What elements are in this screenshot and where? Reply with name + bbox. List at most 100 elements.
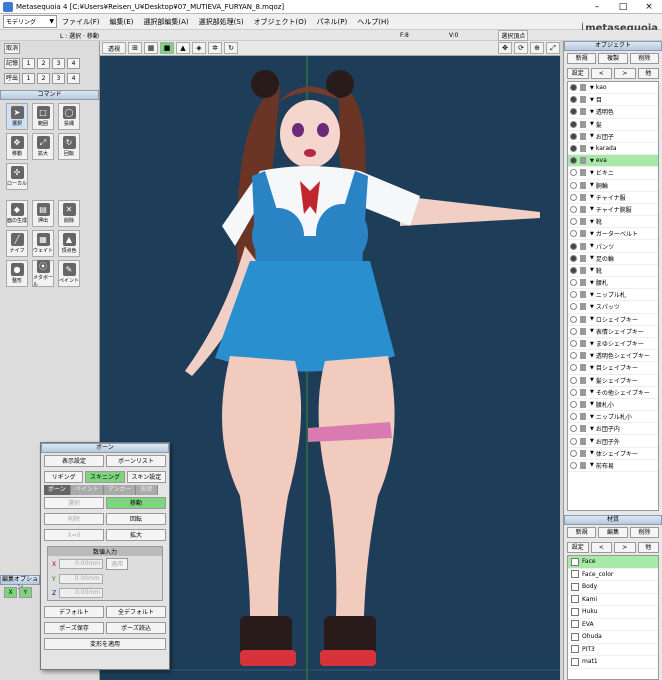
chevron-down-icon[interactable]: ▼: [590, 121, 594, 127]
recall-slot-2[interactable]: 2: [37, 73, 50, 84]
all-default-button[interactable]: 全デフォルト: [106, 606, 166, 618]
object-row[interactable]: ▼ お団子内: [568, 423, 658, 436]
chevron-down-icon[interactable]: ▼: [590, 401, 594, 407]
chevron-down-icon[interactable]: ▼: [590, 158, 594, 164]
chevron-down-icon[interactable]: ▼: [590, 438, 594, 444]
eye-icon[interactable]: [570, 230, 577, 238]
eye-icon[interactable]: [570, 461, 577, 469]
lock-icon[interactable]: [580, 364, 586, 372]
eye-icon[interactable]: [570, 400, 577, 408]
eye-icon[interactable]: [570, 388, 577, 396]
material-other-button[interactable]: 他: [637, 542, 659, 553]
chevron-down-icon[interactable]: ▼: [590, 389, 594, 395]
material-row[interactable]: Huku: [568, 606, 658, 619]
menu-file[interactable]: ファイル(F): [57, 17, 105, 27]
cmd-paint[interactable]: ✎ ペイント: [58, 260, 80, 287]
lock-icon[interactable]: [580, 205, 586, 213]
cmd-extrude[interactable]: ▤ 押出: [32, 200, 54, 227]
eye-icon[interactable]: [570, 352, 577, 360]
bone-scale-button[interactable]: 拡大: [106, 529, 166, 541]
bone-rotate-button[interactable]: 回転: [106, 513, 166, 525]
eye-icon[interactable]: [570, 132, 577, 140]
save-pose-button[interactable]: ポーズ保存: [44, 622, 104, 634]
material-up-button[interactable]: <: [590, 542, 612, 553]
material-row[interactable]: Kami: [568, 594, 658, 606]
skinning-button[interactable]: スキニング: [85, 471, 125, 483]
axis-x-toggle[interactable]: X: [4, 587, 17, 598]
object-row[interactable]: ▼ まゆシェイプキー: [568, 338, 658, 351]
lock-icon[interactable]: [580, 327, 586, 335]
object-row[interactable]: ▼ チャイナ腕服: [568, 204, 658, 217]
object-row[interactable]: ▼ お団子外: [568, 435, 658, 448]
lock-icon[interactable]: [580, 266, 586, 274]
lock-icon[interactable]: [580, 84, 586, 92]
grid-icon[interactable]: ⊞: [128, 42, 142, 54]
lock-icon[interactable]: [580, 352, 586, 360]
lock-icon[interactable]: [580, 218, 586, 226]
lock-icon[interactable]: [580, 388, 586, 396]
object-row[interactable]: ▼ ビキニ: [568, 167, 658, 180]
object-row[interactable]: ▼ 透明色: [568, 106, 658, 119]
object-row[interactable]: ▼ ニップル札: [568, 289, 658, 302]
cmd-select[interactable]: ➤ 選択: [6, 103, 28, 130]
minimize-button[interactable]: –: [584, 2, 610, 12]
load-pose-button[interactable]: ポーズ読込: [106, 622, 166, 634]
eye-icon[interactable]: [570, 96, 577, 104]
eye-icon[interactable]: [570, 291, 577, 299]
num-z-field[interactable]: 0.00mm: [59, 588, 104, 598]
cmd-vertex-color[interactable]: ▲ 頂点色: [58, 230, 80, 257]
eye-icon[interactable]: [570, 279, 577, 287]
cube-icon[interactable]: ◈: [192, 42, 206, 54]
cmd-weight[interactable]: ▦ ウェイト: [32, 230, 54, 257]
lock-icon[interactable]: [580, 157, 586, 165]
lock-icon[interactable]: [580, 120, 586, 128]
cmd-lasso[interactable]: ◯ 投縄: [58, 103, 80, 130]
chevron-down-icon[interactable]: ▼: [590, 462, 594, 468]
material-settings-button[interactable]: 設定: [567, 542, 589, 553]
lock-icon[interactable]: [580, 279, 586, 287]
object-row[interactable]: ▼ 目シェイプキー: [568, 362, 658, 375]
chevron-down-icon[interactable]: ▼: [590, 280, 594, 286]
chevron-down-icon[interactable]: ▼: [590, 292, 594, 298]
object-row[interactable]: ▼ パンツ: [568, 240, 658, 253]
chevron-down-icon[interactable]: ▼: [590, 267, 594, 273]
menu-object[interactable]: オブジェクト(O): [249, 17, 312, 27]
material-edit-button[interactable]: 編集: [598, 527, 628, 538]
zoom-view-icon[interactable]: ⊕: [530, 42, 544, 54]
chevron-down-icon[interactable]: ▼: [590, 426, 594, 432]
chevron-down-icon[interactable]: ▼: [590, 85, 594, 91]
eye-icon[interactable]: [570, 108, 577, 116]
eye-icon[interactable]: [570, 181, 577, 189]
chevron-down-icon[interactable]: ▼: [590, 255, 594, 261]
solid-icon[interactable]: ■: [160, 42, 174, 54]
perspective-button[interactable]: 透視: [102, 42, 126, 54]
x-eq-zero-button[interactable]: X=0: [44, 529, 104, 541]
chevron-down-icon[interactable]: ▼: [590, 146, 594, 152]
tab-anchor[interactable]: アンカー: [103, 485, 137, 495]
display-settings-button[interactable]: 表示設定: [44, 455, 104, 467]
cmd-delete[interactable]: ✕ 削除: [58, 200, 80, 227]
eye-icon[interactable]: [570, 340, 577, 348]
eye-icon[interactable]: [570, 218, 577, 226]
eye-icon[interactable]: [570, 315, 577, 323]
material-new-button[interactable]: 新規: [567, 527, 597, 538]
material-row[interactable]: Ohuda: [568, 631, 658, 644]
lock-icon[interactable]: [580, 96, 586, 104]
eye-icon[interactable]: [570, 327, 577, 335]
object-row[interactable]: ▼ スパッツ: [568, 301, 658, 314]
object-row[interactable]: ▼ チャイナ服: [568, 192, 658, 204]
material-delete-button[interactable]: 削除: [629, 527, 659, 538]
eye-icon[interactable]: [570, 169, 577, 177]
eye-icon[interactable]: [570, 266, 577, 274]
object-row[interactable]: ▼ 靴: [568, 265, 658, 277]
view-extra-icon[interactable]: ⤢: [546, 42, 560, 54]
tab-shape[interactable]: 形状: [136, 485, 158, 495]
apply-deform-button[interactable]: 変形を適用: [44, 638, 166, 650]
refresh-icon[interactable]: ↻: [224, 42, 238, 54]
lock-icon[interactable]: [580, 400, 586, 408]
object-row[interactable]: ▼ 腰札: [568, 277, 658, 290]
bone-move-button[interactable]: 移動: [106, 497, 166, 509]
cmd-face-gen[interactable]: ◆ 面の生成: [6, 200, 28, 227]
close-button[interactable]: ×: [636, 2, 662, 12]
lock-icon[interactable]: [580, 193, 586, 201]
